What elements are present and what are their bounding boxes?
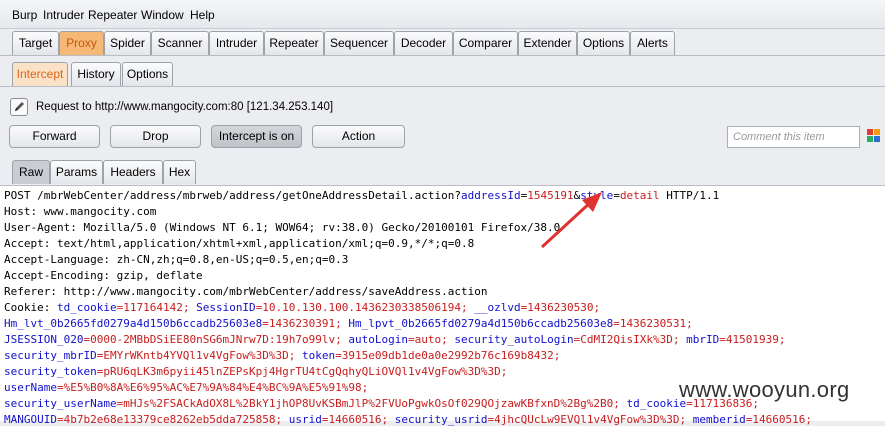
proxy-tabs-divider	[0, 86, 885, 87]
message-view-tabs: Raw Params Headers Hex	[0, 160, 885, 186]
cookie-line: security_token=pRU6qLK3m6pyii45lnZEPsKpj…	[4, 365, 508, 378]
header-accept: Accept: text/html,application/xhtml+xml,…	[4, 237, 475, 250]
intercept-toggle-button[interactable]: Intercept is on	[211, 125, 302, 148]
request-line: POST /mbrWebCenter/address/mbrweb/addres…	[4, 189, 720, 202]
drop-button[interactable]: Drop	[110, 125, 201, 148]
tab-proxy[interactable]: Proxy	[59, 31, 104, 55]
header-accept-encoding: Accept-Encoding: gzip, deflate	[4, 269, 203, 282]
tab-intercept[interactable]: Intercept	[12, 62, 68, 86]
tab-spider[interactable]: Spider	[104, 31, 151, 55]
tab-repeater[interactable]: Repeater	[264, 31, 324, 55]
menu-repeater[interactable]: Repeater	[88, 8, 137, 22]
menu-bar: Burp Intruder Repeater Window Help	[0, 0, 885, 29]
header-host: Host: www.mangocity.com	[4, 205, 157, 218]
tab-alerts[interactable]: Alerts	[630, 31, 675, 55]
red-arrow-annotation	[540, 192, 602, 249]
cookie-line: security_mbrID=EMYrWKntb4YVQl1v4VgFow%3D…	[4, 349, 561, 362]
request-info: Request to http://www.mangocity.com:80 […	[36, 101, 334, 113]
tab-history[interactable]: History	[71, 62, 121, 86]
tab-target[interactable]: Target	[12, 31, 59, 55]
action-button[interactable]: Action	[312, 125, 405, 148]
watermark: www.wooyun.org	[679, 377, 850, 402]
tab-intruder[interactable]: Intruder	[209, 31, 264, 55]
tab-headers[interactable]: Headers	[103, 160, 163, 184]
menu-intruder[interactable]: Intruder	[43, 8, 84, 22]
tab-scanner[interactable]: Scanner	[151, 31, 209, 55]
header-cookie: Cookie: td_cookie=117164142; SessionID=1…	[4, 301, 601, 314]
menu-window[interactable]: Window	[141, 8, 184, 22]
main-tabs: Target Proxy Spider Scanner Intruder Rep…	[0, 31, 885, 57]
tab-proxy-options[interactable]: Options	[122, 62, 173, 86]
cookie-line: JSESSION_020=0000-2MBbDSiEE80nSG6mJNrw7D…	[4, 333, 786, 346]
proxy-tabs: Intercept History Options	[0, 62, 885, 88]
comment-input[interactable]: Comment this item	[727, 126, 860, 148]
tab-decoder[interactable]: Decoder	[394, 31, 453, 55]
tab-sequencer[interactable]: Sequencer	[324, 31, 394, 55]
tabs-divider	[0, 55, 885, 56]
cookie-line: userName=%E5%B0%8A%E6%95%AC%E7%9A%84%E4%…	[4, 381, 369, 394]
tab-comparer[interactable]: Comparer	[453, 31, 518, 55]
tab-options[interactable]: Options	[577, 31, 630, 55]
tab-hex[interactable]: Hex	[163, 160, 196, 184]
tab-params[interactable]: Params	[50, 160, 103, 184]
pencil-icon[interactable]	[10, 98, 28, 116]
tab-raw[interactable]: Raw	[12, 160, 50, 184]
cookie-line: Hm_lvt_0b2665fd0279a4d150b6ccadb25603e8=…	[4, 317, 693, 330]
header-referer: Referer: http://www.mangocity.com/mbrWeb…	[4, 285, 488, 298]
cookie-line: security_userName=mHJs%2FSACkAdOX8L%2BkY…	[4, 397, 759, 410]
menu-help[interactable]: Help	[190, 8, 215, 22]
color-palette-icon[interactable]	[867, 127, 885, 147]
menu-burp[interactable]: Burp	[12, 8, 37, 22]
header-accept-language: Accept-Language: zh-CN,zh;q=0.8,en-US;q=…	[4, 253, 349, 266]
header-user-agent: User-Agent: Mozilla/5.0 (Windows NT 6.1;…	[4, 221, 561, 234]
tab-extender[interactable]: Extender	[518, 31, 577, 55]
forward-button[interactable]: Forward	[9, 125, 100, 148]
